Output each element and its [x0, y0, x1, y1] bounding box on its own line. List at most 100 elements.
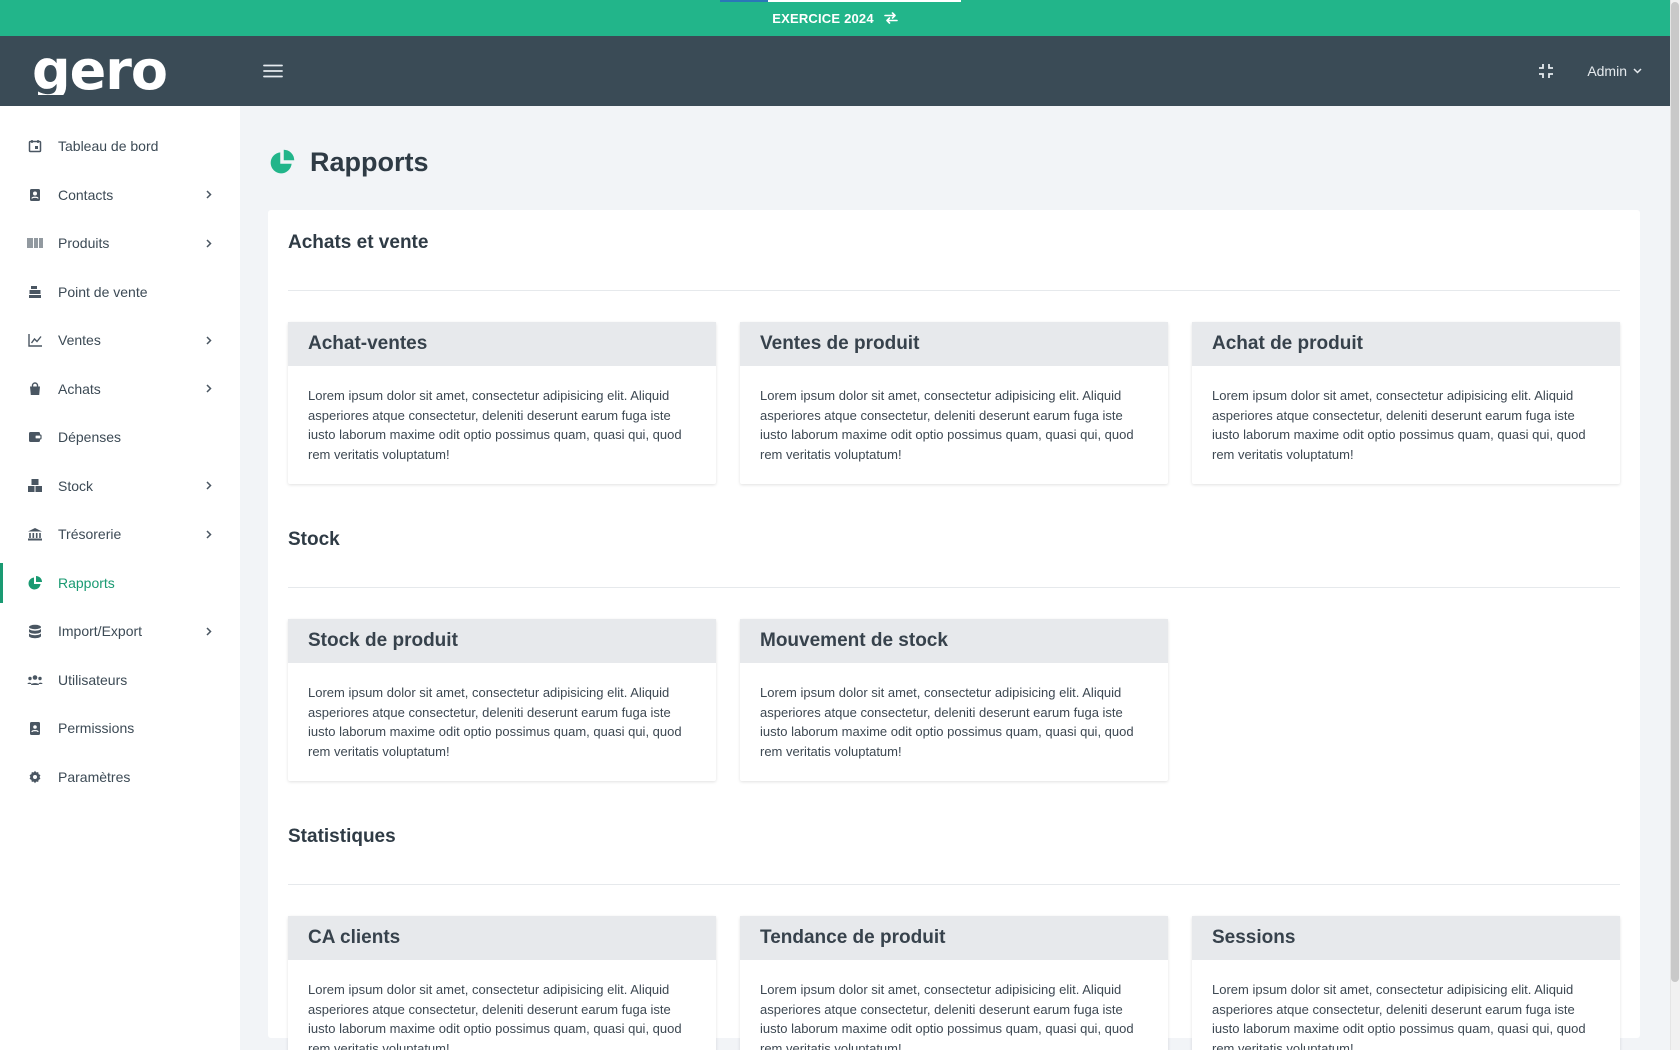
- report-card-purchase-sales[interactable]: Achat-ventes Lorem ipsum dolor sit amet,…: [288, 322, 716, 484]
- card-description: Lorem ipsum dolor sit amet, consectetur …: [760, 388, 1134, 462]
- database-icon: [27, 623, 43, 639]
- sidebar-item-label: Rapports: [58, 574, 115, 591]
- sidebar-item-point-of-sale[interactable]: Point de vente: [0, 268, 240, 317]
- pie-chart-icon: [27, 575, 43, 591]
- report-card-client-revenue[interactable]: CA clients Lorem ipsum dolor sit amet, c…: [288, 916, 716, 1050]
- svg-text:gero: gero: [32, 47, 167, 95]
- chevron-right-icon: [206, 336, 212, 345]
- id-badge-icon: [27, 720, 43, 736]
- sidebar-item-label: Point de vente: [58, 283, 148, 300]
- chevron-right-icon: [206, 190, 212, 199]
- card-description: Lorem ipsum dolor sit amet, consectetur …: [1212, 388, 1586, 462]
- section-title: Statistiques: [288, 824, 1620, 885]
- sidebar-item-label: Achats: [58, 380, 101, 397]
- sidebar-item-purchases[interactable]: Achats: [0, 365, 240, 414]
- report-card-sessions[interactable]: Sessions Lorem ipsum dolor sit amet, con…: [1192, 916, 1620, 1050]
- section-title: Stock: [288, 527, 1620, 588]
- card-description: Lorem ipsum dolor sit amet, consectetur …: [308, 982, 682, 1050]
- exit-fullscreen-button[interactable]: [1531, 56, 1561, 86]
- gear-icon: [27, 769, 43, 785]
- card-description: Lorem ipsum dolor sit amet, consectetur …: [308, 388, 682, 462]
- chevron-right-icon: [206, 481, 212, 490]
- sidebar-item-expenses[interactable]: Dépenses: [0, 413, 240, 462]
- sidebar-item-label: Ventes: [58, 332, 101, 349]
- card-title: Mouvement de stock: [740, 619, 1168, 663]
- sidebar-item-products[interactable]: Produits: [0, 219, 240, 268]
- page-title: Rapports: [310, 146, 429, 177]
- shopping-bag-icon: [27, 381, 43, 397]
- pie-chart-icon: [268, 148, 296, 176]
- card-title: Stock de produit: [288, 619, 716, 663]
- card-description: Lorem ipsum dolor sit amet, consectetur …: [308, 685, 682, 759]
- fiscal-year-label: EXERCICE 2024: [772, 10, 874, 26]
- sidebar-item-label: Produits: [58, 235, 110, 252]
- vertical-scrollbar[interactable]: [1670, 0, 1680, 1050]
- compress-icon: [1539, 64, 1554, 78]
- sidebar-item-treasury[interactable]: Trésorerie: [0, 510, 240, 559]
- sidebar-item-stock[interactable]: Stock: [0, 462, 240, 511]
- sidebar-item-sales[interactable]: Ventes: [0, 316, 240, 365]
- user-name: Admin: [1587, 63, 1627, 79]
- sidebar-item-label: Trésorerie: [58, 526, 122, 543]
- card-description: Lorem ipsum dolor sit amet, consectetur …: [1212, 982, 1586, 1050]
- report-card-product-stock[interactable]: Stock de produit Lorem ipsum dolor sit a…: [288, 619, 716, 781]
- sidebar-item-reports[interactable]: Rapports: [0, 559, 240, 608]
- sidebar-item-permissions[interactable]: Permissions: [0, 704, 240, 753]
- report-card-product-trend[interactable]: Tendance de produit Lorem ipsum dolor si…: [740, 916, 1168, 1050]
- report-card-product-purchase[interactable]: Achat de produit Lorem ipsum dolor sit a…: [1192, 322, 1620, 484]
- report-card-row: CA clients Lorem ipsum dolor sit amet, c…: [288, 885, 1620, 1050]
- sidebar-item-label: Permissions: [58, 720, 135, 737]
- card-title: Achat-ventes: [288, 322, 716, 366]
- sidebar-item-contacts[interactable]: Contacts: [0, 171, 240, 220]
- sidebar-item-import-export[interactable]: Import/Export: [0, 607, 240, 656]
- user-menu[interactable]: Admin: [1587, 63, 1642, 79]
- report-card-stock-movement[interactable]: Mouvement de stock Lorem ipsum dolor sit…: [740, 619, 1168, 781]
- top-header: gero Admin: [0, 36, 1670, 106]
- sidebar-item-label: Dépenses: [58, 429, 122, 446]
- sidebar-item-label: Import/Export: [58, 623, 143, 640]
- cash-register-icon: [27, 284, 43, 300]
- sidebar-item-label: Stock: [58, 477, 94, 494]
- hamburger-icon: [263, 64, 283, 78]
- section-title: Achats et vente: [288, 230, 1620, 291]
- card-title: Sessions: [1192, 916, 1620, 960]
- gero-logo-icon: gero: [32, 47, 168, 95]
- swap-icon[interactable]: [883, 12, 898, 24]
- boxes-icon: [27, 478, 43, 494]
- reports-panel: Achats et vente Achat-ventes Lorem ipsum…: [268, 210, 1640, 1050]
- chevron-right-icon: [206, 530, 212, 539]
- sidebar-item-users[interactable]: Utilisateurs: [0, 656, 240, 705]
- chevron-right-icon: [206, 384, 212, 393]
- fiscal-year-banner[interactable]: EXERCICE 2024: [0, 0, 1670, 36]
- sidebar-item-label: Paramètres: [58, 768, 131, 785]
- menu-toggle-button[interactable]: [258, 56, 288, 86]
- report-card-row: Stock de produit Lorem ipsum dolor sit a…: [288, 588, 1620, 824]
- report-card-row: Achat-ventes Lorem ipsum dolor sit amet,…: [288, 291, 1620, 527]
- sidebar-item-dashboard[interactable]: Tableau de bord: [0, 122, 240, 171]
- bank-icon: [27, 526, 43, 542]
- sidebar: Tableau de bord Contacts Produits Point …: [0, 106, 240, 1050]
- scrollbar-thumb[interactable]: [1671, 2, 1679, 982]
- card-description: Lorem ipsum dolor sit amet, consectetur …: [760, 982, 1134, 1050]
- calendar-icon: [27, 138, 43, 154]
- sidebar-item-label: Utilisateurs: [58, 671, 128, 688]
- main-content: Rapports Achats et vente Achat-ventes Lo…: [268, 106, 1640, 1050]
- card-title: Ventes de produit: [740, 322, 1168, 366]
- report-card-product-sales[interactable]: Ventes de produit Lorem ipsum dolor sit …: [740, 322, 1168, 484]
- chevron-down-icon: [1633, 68, 1642, 74]
- chart-line-icon: [27, 332, 43, 348]
- sidebar-item-label: Contacts: [58, 186, 114, 203]
- banner-progress-line: [720, 0, 768, 2]
- chevron-right-icon: [206, 239, 212, 248]
- card-title: Achat de produit: [1192, 322, 1620, 366]
- card-title: CA clients: [288, 916, 716, 960]
- barcode-icon: [27, 235, 43, 251]
- chevron-right-icon: [206, 627, 212, 636]
- card-title: Tendance de produit: [740, 916, 1168, 960]
- sidebar-item-settings[interactable]: Paramètres: [0, 753, 240, 802]
- sidebar-item-label: Tableau de bord: [58, 138, 159, 155]
- contacts-icon: [27, 187, 43, 203]
- brand-logo[interactable]: gero: [0, 36, 240, 106]
- page-header: Rapports: [268, 106, 1640, 210]
- wallet-icon: [27, 429, 43, 445]
